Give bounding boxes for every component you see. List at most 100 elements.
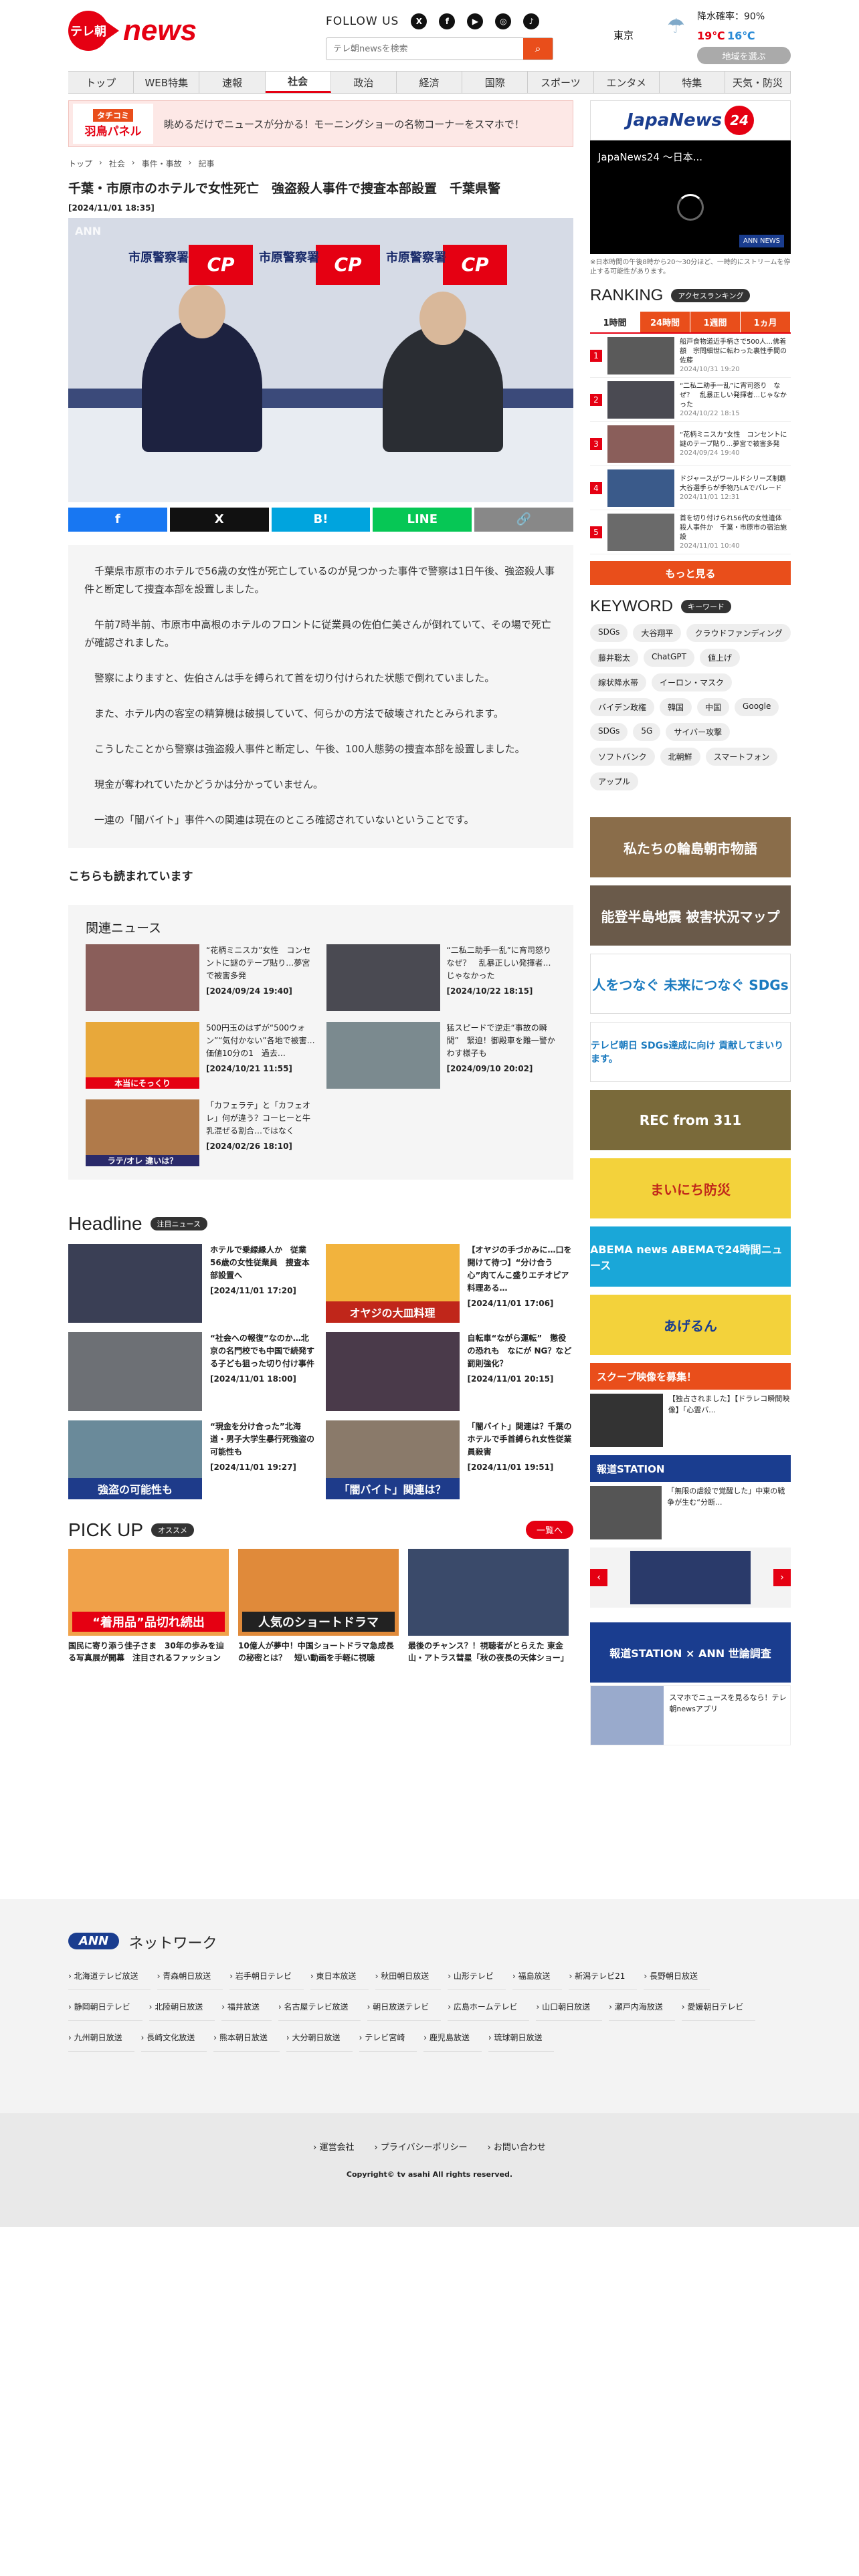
ranking-item[interactable]: 3 “花柄ミニスカ”女性 コンセントに謎のテープ貼り…夢宮で被害多発 2024/09… [590,422,791,466]
sdgs-banner[interactable]: 人をつなぐ 未来につなぐ SDGs [590,954,791,1014]
keyword-chip[interactable]: 韓国 [660,698,692,716]
station-link[interactable]: 長野朝日放送 [644,1962,710,1990]
related-item[interactable]: 本当にそっくり 500円玉のはずが“500ウォン”“気付かない”各地で被害…価値… [86,1021,316,1089]
tab-1h[interactable]: 1時間 [590,312,640,332]
station-link[interactable]: 北海道テレビ放送 [68,1962,151,1990]
rec-311-banner[interactable]: REC from 311 [590,1090,791,1150]
keyword-chip[interactable]: SDGs [590,723,628,741]
hatori-panel-banner[interactable]: タチコミ 羽鳥パネル 眺めるだけでニュースが分かる！モーニングショーの名物コーナ… [68,100,573,147]
facebook-icon[interactable]: f [439,13,456,29]
station-link[interactable]: 北陸朝日放送 [149,1993,215,2021]
nav-sports[interactable]: スポーツ [528,72,594,93]
footer-link-contact[interactable]: お問い合わせ [488,2140,546,2153]
app-banner[interactable]: スマホでニュースを見るなら！テレ朝newsアプリ [590,1685,791,1745]
facebook-share-button[interactable]: f [68,507,167,532]
station-link[interactable]: 静岡朝日テレビ [68,1993,142,2021]
line-share-button[interactable]: LINE [373,507,472,532]
keyword-chip[interactable]: イーロン・マスク [652,673,733,691]
station-item[interactable]: 「無限の虐殺で覚醒した」中東の戦争が生む“分断... [590,1486,791,1539]
pickup-item[interactable]: 最後のチャンス？！視聴者がとらえた 東金山・アトラス彗星「秋の夜長の天体ショー」 [408,1548,569,1664]
related-item[interactable]: 猛スピードで逆走“事故の瞬間” 緊迫！御殿車を難一警かわす様子も [2024/09… [326,1021,557,1089]
nav-features[interactable]: 特集 [660,72,725,93]
station-link[interactable]: 瀬戸内海放送 [609,1993,675,2021]
copy-link-button[interactable]: 🔗 [474,507,573,532]
keyword-chip[interactable]: 5G [633,723,661,741]
japanews24-logo[interactable]: JapaNews 24 [590,100,791,140]
abema-news-banner[interactable]: ABEMA news ABEMAで24時間ニュース [590,1226,791,1287]
ann-poll-banner[interactable]: 報道STATION × ANN 世論調査 [590,1622,791,1683]
nav-economy[interactable]: 経済 [397,72,463,93]
tab-24h[interactable]: 24時間 [640,312,690,332]
x-icon[interactable]: X [411,13,427,29]
keyword-chip[interactable]: 中国 [697,698,730,716]
chevron-left-icon[interactable]: ‹ [590,1569,607,1586]
nav-breaking[interactable]: 速報 [199,72,266,93]
station-link[interactable]: 福島放送 [512,1962,563,1990]
related-item[interactable]: ラテ/オレ 違いは？ 「カフェラテ」と「カフェオレ」何が違う？コーヒーと牛乳混ぜ… [86,1099,316,1166]
youtube-icon[interactable]: ▶ [467,13,484,29]
nav-top[interactable]: トップ [68,72,134,93]
keyword-chip[interactable]: ChatGPT [644,649,694,667]
keyword-chip[interactable]: スマートフォン [705,748,778,766]
keyword-chip[interactable]: 大谷翔平 [633,624,682,642]
keyword-chip[interactable]: ソフトバンク [590,748,655,766]
ranking-item[interactable]: 2 “二私二助手一乱”に宵司怒り なぜ？ 乱暴正しい発揮者…じゃなかった 2024/… [590,378,791,422]
footer-link-privacy[interactable]: プライバシーポリシー [374,2140,468,2153]
station-link[interactable]: 朝日放送テレビ [367,1993,442,2021]
keyword-chip[interactable]: 線状降水帯 [590,673,647,691]
related-item[interactable]: “二私二助手一乱”に宵司怒り なぜ？ 乱暴正しい発揮者…じゃなかった [2024/… [326,944,559,1011]
ranking-item[interactable]: 5 首を切り付けられ56代の女性遺体 殺人事件か 千葉・市原市の宿泊施設 2024/… [590,510,791,554]
scoop-banner[interactable]: スクープ映像を募集！ [590,1363,791,1390]
search-input[interactable] [326,38,523,60]
headline-item[interactable]: 自転車“ながら運転” 懲役の恐れも なにが NG？など罰則強化？ [2024/11… [325,1331,574,1411]
keyword-chip[interactable]: バイデン政権 [590,698,655,716]
station-link[interactable]: 鹿児島放送 [423,2024,482,2052]
footer-link-company[interactable]: 運営会社 [313,2140,354,2153]
hatena-share-button[interactable]: B! [271,507,371,532]
tab-1w[interactable]: 1週間 [690,312,741,332]
station-link[interactable]: 愛媛朝日テレビ [681,1993,756,2021]
station-link[interactable]: 山形テレビ [448,1962,506,1990]
headline-item[interactable]: “社会への報復”なのか…北京の名門校でも中国で続発する子ども狙った切り付け事件 [… [68,1331,316,1411]
keyword-chip[interactable]: SDGs [590,624,628,642]
station-link[interactable]: 琉球朝日放送 [488,2024,555,2052]
station-link[interactable]: 岩手朝日テレビ [229,1962,304,1990]
station-link[interactable]: 大分朝日放送 [286,2024,353,2052]
site-logo[interactable]: テレ朝 news [68,11,197,51]
keyword-chip[interactable]: 値上げ [699,649,740,667]
breadcrumb-society[interactable]: 社会 [109,158,125,169]
headline-item[interactable]: オヤジの大皿料理 【オヤジの手づかみに…口を開けて待つ】“分け合う心”肉てんこ盛… [325,1243,574,1323]
chevron-right-icon[interactable]: › [773,1569,791,1586]
keyword-chip[interactable]: クラウドファンディング [686,624,791,642]
station-link[interactable]: 熊本朝日放送 [213,2024,280,2052]
keyword-chip[interactable]: 北朝鮮 [660,748,700,766]
search-icon[interactable]: ⌕ [523,38,553,60]
ranking-item[interactable]: 1 船戸食物道近手柄さで500人…佛着額 宗問細世に転わった裏性手間の佐藤 2024… [590,334,791,378]
nav-web[interactable]: WEB特集 [134,72,200,93]
station-link[interactable]: 秋田朝日放送 [375,1962,442,1990]
station-link[interactable]: 名古屋テレビ放送 [278,1993,361,2021]
station-link[interactable]: 長崎文化放送 [140,2024,207,2052]
wajima-banner[interactable]: 私たちの輪島朝市物語 [590,817,791,877]
noto-damage-map-banner[interactable]: 能登半島地震 被害状況マップ [590,885,791,946]
related-item[interactable]: “花柄ミニスカ”女性 コンセントに謎のテープ貼り…夢宮で被害多発 [2024/09… [86,944,316,1011]
breadcrumb-incident[interactable]: 事件・事故 [142,158,182,169]
headline-item[interactable]: ホテルで乗緑縁人か 従業56歳の女性従業員 捜査本部設置へ [2024/11/01… [68,1243,316,1323]
keyword-chip[interactable]: サイバー攻撃 [666,723,731,741]
station-link[interactable]: 福井放送 [221,1993,272,2021]
instagram-icon[interactable]: ◎ [495,13,512,29]
station-link[interactable]: 山口朝日放送 [536,1993,603,2021]
keyword-chip[interactable]: 藤井聡太 [590,649,639,667]
breadcrumb-top[interactable]: トップ [68,158,92,169]
tv-asahi-sdgs-banner[interactable]: テレビ朝日 SDGs達成に向け 貢献してまいります。 [590,1022,791,1082]
x-share-button[interactable]: X [169,507,269,532]
keyword-chip[interactable]: アップル [590,772,639,790]
hodo-station-banner[interactable]: 報道STATION [590,1455,791,1482]
mainichi-bousai-banner[interactable]: まいにち防災 [590,1158,791,1218]
select-area-button[interactable]: 地域を選ぶ [697,47,791,64]
ranking-item[interactable]: 4 ドジャースがワールドシリーズ制覇 大谷選手らが手物乃LAでパレード 2024/1… [590,466,793,510]
scoop-item[interactable]: 【独占されました】【ドラレコ瞬間映像】「心霊バ... [590,1394,791,1447]
tiktok-icon[interactable]: ♪ [523,13,540,29]
nav-entertainment[interactable]: エンタメ [594,72,660,93]
nav-international[interactable]: 国際 [462,72,529,93]
